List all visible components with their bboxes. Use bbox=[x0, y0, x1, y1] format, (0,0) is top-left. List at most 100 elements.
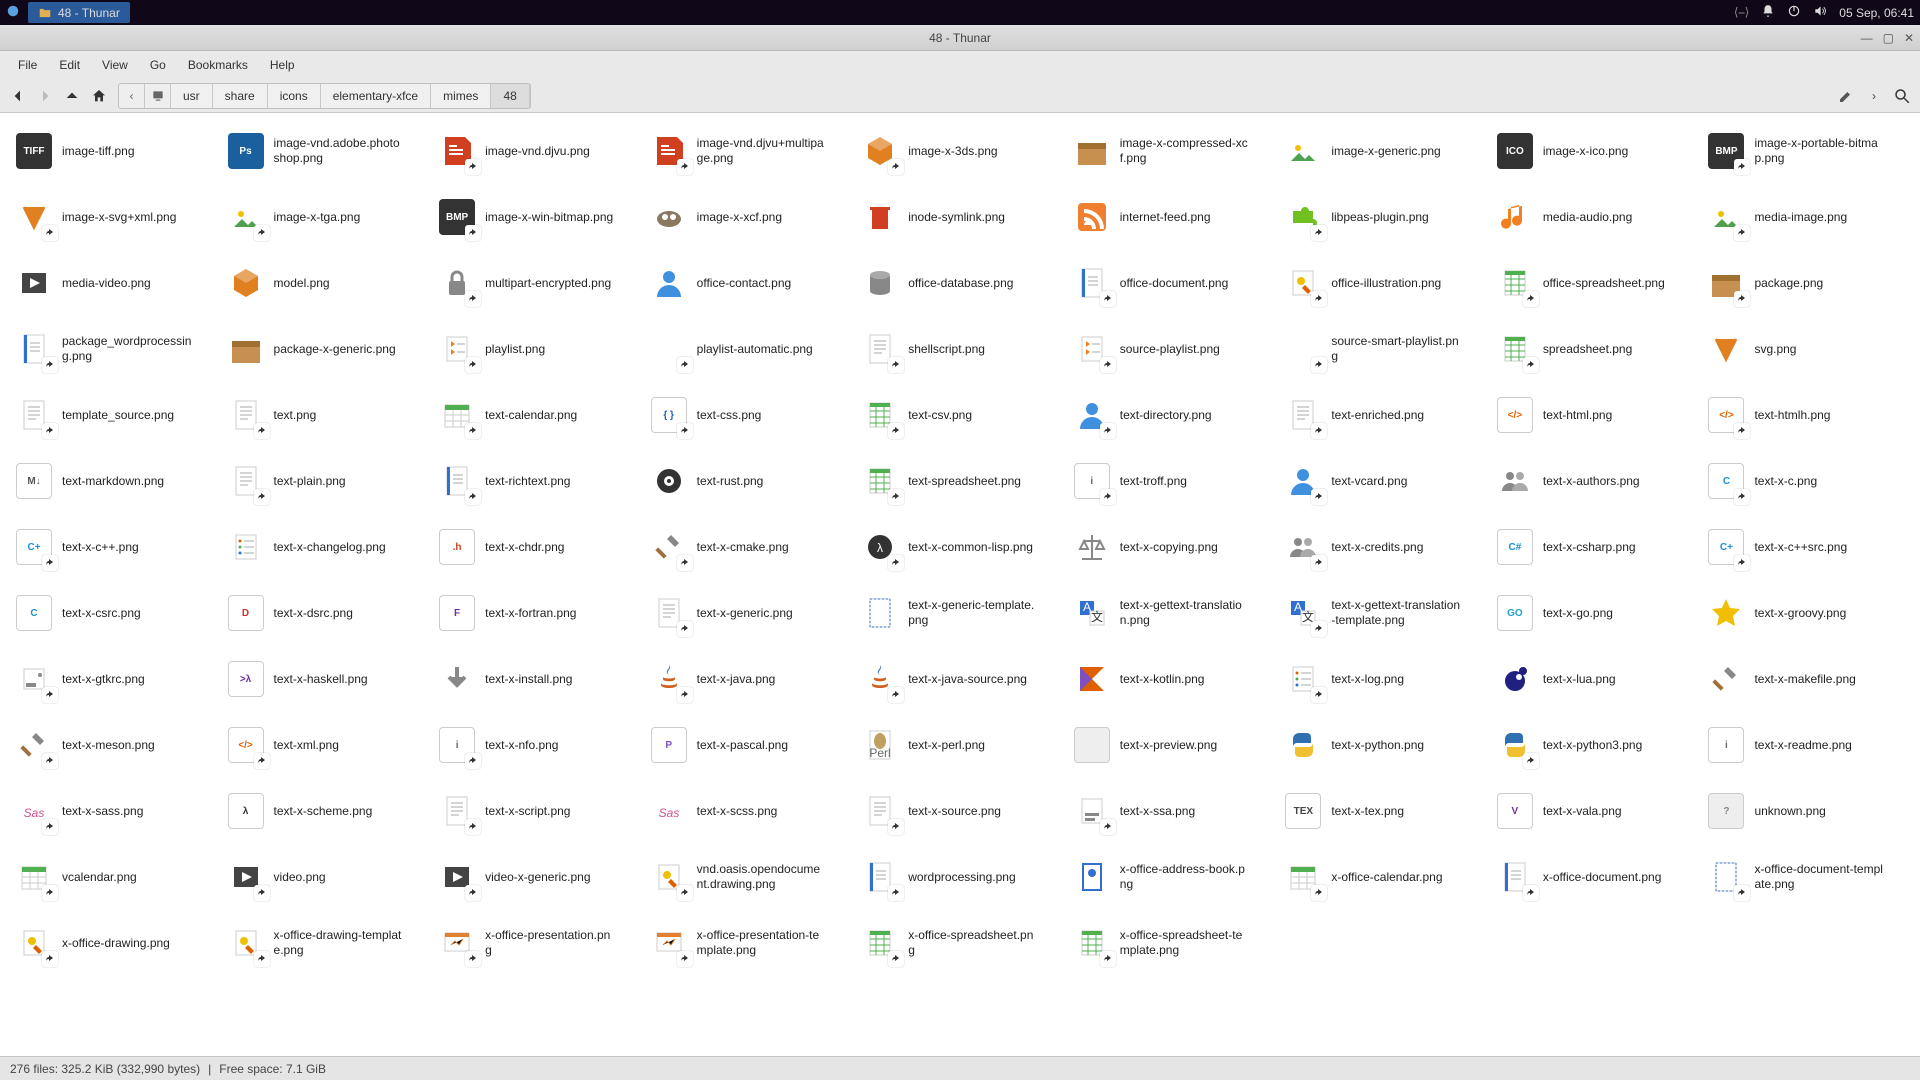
file-item[interactable]: λtext-x-scheme.png bbox=[222, 781, 430, 841]
file-item[interactable]: video-x-generic.png bbox=[433, 847, 641, 907]
file-item[interactable]: </>text-xml.png bbox=[222, 715, 430, 775]
file-item[interactable]: text-vcard.png bbox=[1279, 451, 1487, 511]
file-item[interactable]: A文text-x-gettext-translation-template.pn… bbox=[1279, 583, 1487, 643]
file-item[interactable]: source-smart-playlist.png bbox=[1279, 319, 1487, 379]
file-item[interactable]: text-x-java-source.png bbox=[856, 649, 1064, 709]
file-item[interactable]: Ftext-x-fortran.png bbox=[433, 583, 641, 643]
file-item[interactable]: λtext-x-common-lisp.png bbox=[856, 517, 1064, 577]
file-item[interactable]: Sastext-x-scss.png bbox=[645, 781, 853, 841]
file-item[interactable]: image-vnd.djvu.png bbox=[433, 121, 641, 181]
file-item[interactable]: x-office-drawing.png bbox=[10, 913, 218, 973]
file-item[interactable]: text.png bbox=[222, 385, 430, 445]
file-item[interactable]: video.png bbox=[222, 847, 430, 907]
path-segment[interactable]: icons bbox=[268, 84, 321, 108]
file-item[interactable]: text-csv.png bbox=[856, 385, 1064, 445]
menu-bookmarks[interactable]: Bookmarks bbox=[178, 54, 258, 76]
file-item[interactable]: itext-x-readme.png bbox=[1702, 715, 1910, 775]
file-item[interactable]: package-x-generic.png bbox=[222, 319, 430, 379]
file-item[interactable]: A文text-x-gettext-translation.png bbox=[1068, 583, 1276, 643]
file-item[interactable]: multipart-encrypted.png bbox=[433, 253, 641, 313]
file-item[interactable]: text-x-ssa.png bbox=[1068, 781, 1276, 841]
file-item[interactable]: image-x-compressed-xcf.png bbox=[1068, 121, 1276, 181]
file-item[interactable]: image-x-generic.png bbox=[1279, 121, 1487, 181]
file-item[interactable]: text-x-authors.png bbox=[1491, 451, 1699, 511]
path-segment[interactable]: 48 bbox=[491, 84, 529, 108]
file-item[interactable]: text-x-kotlin.png bbox=[1068, 649, 1276, 709]
edit-path-button[interactable] bbox=[1834, 84, 1858, 108]
file-item[interactable]: office-illustration.png bbox=[1279, 253, 1487, 313]
file-item[interactable]: package_wordprocessing.png bbox=[10, 319, 218, 379]
file-item[interactable]: spreadsheet.png bbox=[1491, 319, 1699, 379]
file-item[interactable]: text-x-log.png bbox=[1279, 649, 1487, 709]
path-next-icon[interactable]: › bbox=[1862, 84, 1886, 108]
home-button[interactable] bbox=[87, 84, 111, 108]
file-item[interactable]: text-x-changelog.png bbox=[222, 517, 430, 577]
path-prev-icon[interactable]: ‹ bbox=[119, 84, 145, 108]
minimize-icon[interactable]: — bbox=[1861, 31, 1873, 45]
power-icon[interactable] bbox=[1787, 4, 1801, 21]
taskbar-item[interactable]: 48 - Thunar bbox=[28, 2, 130, 23]
file-item[interactable]: image-x-xcf.png bbox=[645, 187, 853, 247]
file-item[interactable]: x-office-document.png bbox=[1491, 847, 1699, 907]
file-item[interactable]: M↓text-markdown.png bbox=[10, 451, 218, 511]
file-item[interactable]: source-playlist.png bbox=[1068, 319, 1276, 379]
file-item[interactable]: text-x-script.png bbox=[433, 781, 641, 841]
file-item[interactable]: text-x-generic-template.png bbox=[856, 583, 1064, 643]
menu-go[interactable]: Go bbox=[140, 54, 176, 76]
file-item[interactable]: BMPimage-x-portable-bitmap.png bbox=[1702, 121, 1910, 181]
file-item[interactable]: TEXtext-x-tex.png bbox=[1279, 781, 1487, 841]
file-item[interactable]: text-x-makefile.png bbox=[1702, 649, 1910, 709]
file-item[interactable]: playlist-automatic.png bbox=[645, 319, 853, 379]
close-icon[interactable]: ✕ bbox=[1904, 31, 1914, 45]
file-item[interactable]: itext-troff.png bbox=[1068, 451, 1276, 511]
file-item[interactable]: model.png bbox=[222, 253, 430, 313]
file-item[interactable]: image-x-svg+xml.png bbox=[10, 187, 218, 247]
file-item[interactable]: Ctext-x-c.png bbox=[1702, 451, 1910, 511]
file-item[interactable]: office-spreadsheet.png bbox=[1491, 253, 1699, 313]
file-item[interactable]: libpeas-plugin.png bbox=[1279, 187, 1487, 247]
file-item[interactable]: ICOimage-x-ico.png bbox=[1491, 121, 1699, 181]
file-item[interactable]: text-x-meson.png bbox=[10, 715, 218, 775]
file-item[interactable]: media-audio.png bbox=[1491, 187, 1699, 247]
file-item[interactable]: image-x-tga.png bbox=[222, 187, 430, 247]
volume-icon[interactable] bbox=[1813, 4, 1827, 21]
search-button[interactable] bbox=[1890, 84, 1914, 108]
path-segment[interactable]: usr bbox=[171, 84, 213, 108]
file-item[interactable]: x-office-presentation.png bbox=[433, 913, 641, 973]
file-item[interactable]: Dtext-x-dsrc.png bbox=[222, 583, 430, 643]
file-item[interactable]: template_source.png bbox=[10, 385, 218, 445]
file-item[interactable]: office-contact.png bbox=[645, 253, 853, 313]
file-item[interactable]: </>text-html.png bbox=[1491, 385, 1699, 445]
file-item[interactable]: text-x-python.png bbox=[1279, 715, 1487, 775]
forward-button[interactable] bbox=[33, 84, 57, 108]
file-item[interactable]: Sastext-x-sass.png bbox=[10, 781, 218, 841]
file-item[interactable]: { }text-css.png bbox=[645, 385, 853, 445]
apps-menu-icon[interactable] bbox=[6, 4, 20, 21]
file-item[interactable]: text-directory.png bbox=[1068, 385, 1276, 445]
file-item[interactable]: text-x-groovy.png bbox=[1702, 583, 1910, 643]
file-item[interactable]: Ctext-x-csrc.png bbox=[10, 583, 218, 643]
file-item[interactable]: playlist.png bbox=[433, 319, 641, 379]
path-root-icon[interactable] bbox=[145, 84, 171, 108]
file-item[interactable]: x-office-drawing-template.png bbox=[222, 913, 430, 973]
file-item[interactable]: text-x-preview.png bbox=[1068, 715, 1276, 775]
file-item[interactable]: office-document.png bbox=[1068, 253, 1276, 313]
file-item[interactable]: >λtext-x-haskell.png bbox=[222, 649, 430, 709]
file-item[interactable]: text-x-python3.png bbox=[1491, 715, 1699, 775]
up-button[interactable] bbox=[60, 84, 84, 108]
file-item[interactable]: C#text-x-csharp.png bbox=[1491, 517, 1699, 577]
clock[interactable]: 05 Sep, 06:41 bbox=[1839, 6, 1914, 20]
file-item[interactable]: internet-feed.png bbox=[1068, 187, 1276, 247]
menu-file[interactable]: File bbox=[8, 54, 47, 76]
file-item[interactable]: text-x-java.png bbox=[645, 649, 853, 709]
file-item[interactable]: media-image.png bbox=[1702, 187, 1910, 247]
file-item[interactable]: vnd.oasis.opendocument.drawing.png bbox=[645, 847, 853, 907]
file-item[interactable]: itext-x-nfo.png bbox=[433, 715, 641, 775]
file-item[interactable]: text-richtext.png bbox=[433, 451, 641, 511]
menu-edit[interactable]: Edit bbox=[49, 54, 90, 76]
file-item[interactable]: text-rust.png bbox=[645, 451, 853, 511]
file-item[interactable]: text-x-cmake.png bbox=[645, 517, 853, 577]
file-item[interactable]: Perltext-x-perl.png bbox=[856, 715, 1064, 775]
file-item[interactable]: x-office-spreadsheet-template.png bbox=[1068, 913, 1276, 973]
file-item[interactable]: C+text-x-c++.png bbox=[10, 517, 218, 577]
